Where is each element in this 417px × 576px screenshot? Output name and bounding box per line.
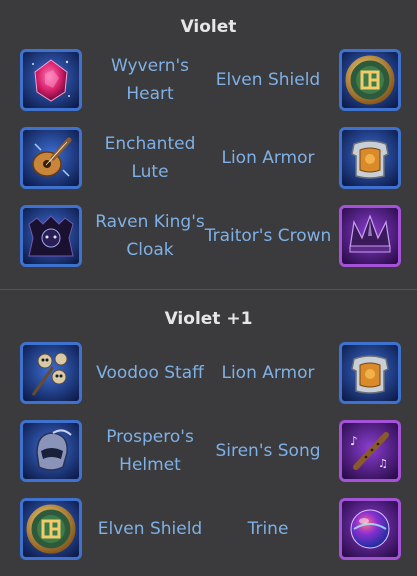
item-pair-row: Prospero's Helmet Siren's Song ♪ ♫ <box>0 416 417 486</box>
item-pair-row: Raven King's Cloak Traitor's Crown <box>0 201 417 271</box>
sirens-song-icon[interactable]: ♪ ♫ <box>339 420 401 482</box>
lion-armor-icon[interactable] <box>339 342 401 404</box>
item-name: Traitor's Crown <box>204 226 332 246</box>
item-name: Voodoo Staff <box>96 363 204 383</box>
item-name: Prospero's Helmet <box>106 427 194 475</box>
prosperos-helmet-icon[interactable] <box>20 420 82 482</box>
item-name: Wyvern's Heart <box>110 56 190 104</box>
svg-text:♫: ♫ <box>378 457 388 470</box>
item-name: Raven King's Cloak <box>95 212 205 260</box>
item-name: Elven Shield <box>97 519 203 539</box>
item-pair-row: Elven Shield Trine <box>0 494 417 564</box>
enchanted-lute-icon[interactable] <box>20 127 82 189</box>
svg-text:♪: ♪ <box>350 434 358 448</box>
item-name: Lion Armor <box>221 363 315 383</box>
traitors-crown-icon[interactable] <box>339 205 401 267</box>
raven-kings-cloak-icon[interactable] <box>20 205 82 267</box>
item-pair-row: Enchanted Lute Lion Armor <box>0 123 417 193</box>
elven-shield-icon[interactable] <box>339 49 401 111</box>
item-name: Enchanted Lute <box>104 134 196 182</box>
voodoo-staff-icon[interactable] <box>20 342 82 404</box>
trine-icon[interactable] <box>339 498 401 560</box>
item-pair-row: Voodoo Staff Lion Armor <box>0 338 417 408</box>
section-violet-plus-1: Violet +1 Voodoo Staff Lion Armor Prospe… <box>0 289 417 576</box>
section-title: Violet <box>180 17 237 37</box>
elven-shield-icon[interactable] <box>20 498 82 560</box>
item-name: Siren's Song <box>215 441 321 461</box>
item-name: Trine <box>247 519 289 539</box>
lion-armor-icon[interactable] <box>339 127 401 189</box>
item-name: Lion Armor <box>221 148 315 168</box>
item-name: Elven Shield <box>215 70 321 90</box>
wyverns-heart-icon[interactable] <box>20 49 82 111</box>
section-violet: Violet Wyvern's Heart Elven Shield Encha… <box>0 0 417 289</box>
section-title: Violet +1 <box>164 309 253 329</box>
item-pair-row: Wyvern's Heart Elven Shield <box>0 45 417 115</box>
